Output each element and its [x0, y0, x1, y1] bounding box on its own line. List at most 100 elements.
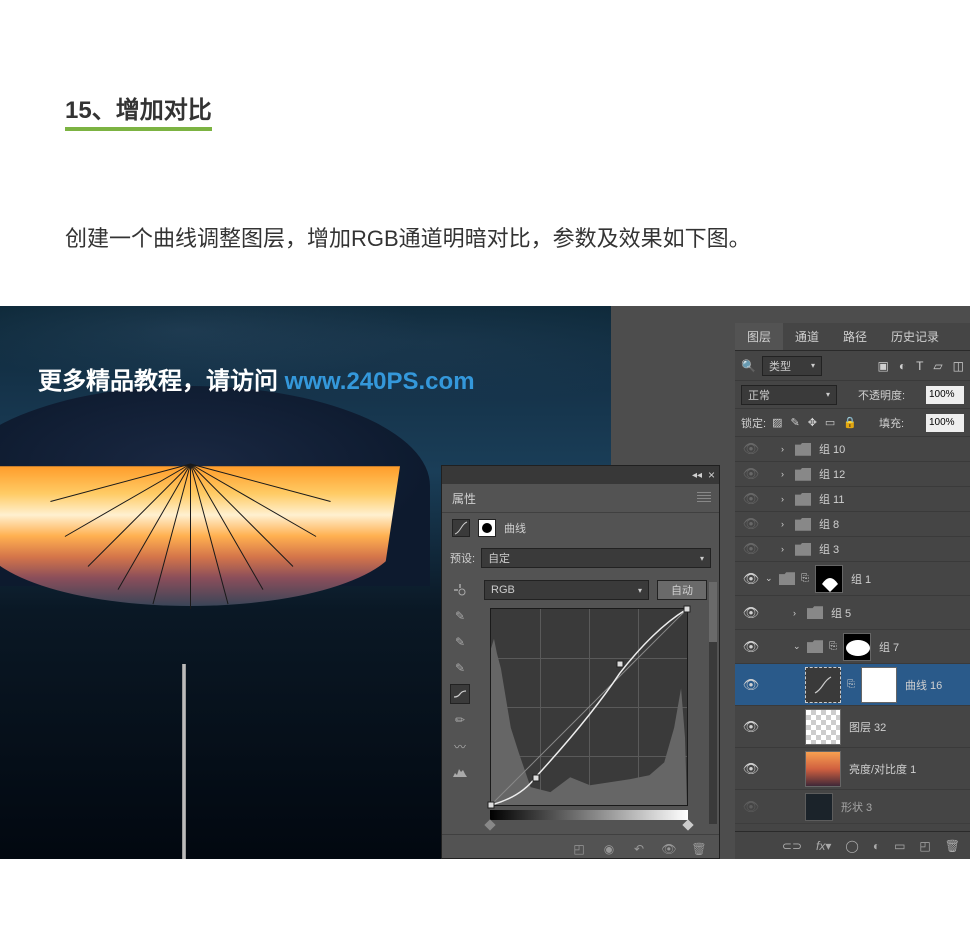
tab-layers[interactable]: 图层 [735, 323, 783, 350]
curve-point-tool[interactable] [450, 684, 470, 704]
visibility-toggle[interactable]: 👁 [741, 639, 761, 655]
tab-channels[interactable]: 通道 [783, 323, 831, 350]
filter-shape-icon[interactable]: ▱ [933, 359, 942, 373]
layer-mask-icon[interactable] [478, 519, 496, 537]
view-previous-icon[interactable]: ◉ [601, 841, 617, 857]
eyedropper-gray-icon[interactable]: ✎ [450, 632, 470, 652]
curve-point[interactable] [684, 606, 691, 613]
scrollbar[interactable] [709, 582, 717, 824]
filter-type-icon[interactable]: T [916, 359, 923, 373]
lock-transparency-icon[interactable]: ▨ [772, 416, 782, 429]
new-layer-icon[interactable]: ◰ [919, 839, 930, 853]
collapse-icon[interactable]: ⌄ [793, 641, 803, 652]
filter-adjust-icon[interactable]: ◐ [899, 359, 906, 373]
mask-icon[interactable]: ◯ [845, 839, 858, 853]
adjustment-thumbnail[interactable] [805, 667, 841, 703]
visibility-toggle[interactable]: 👁 [741, 571, 761, 587]
visibility-toggle[interactable]: 👁 [741, 799, 761, 815]
trash-icon[interactable]: 🗑 [691, 841, 707, 857]
expand-icon[interactable]: › [781, 469, 791, 479]
lock-artboard-icon[interactable]: ▭ [825, 416, 835, 429]
visibility-toggle[interactable]: 👁 [741, 719, 761, 735]
visibility-toggle[interactable]: 👁 [741, 541, 761, 557]
filter-type-select[interactable]: 类型▾ [762, 356, 822, 376]
layer-row[interactable]: 👁 › 组 12 [735, 462, 970, 487]
collapse-icon[interactable]: ⌄ [765, 573, 775, 584]
smooth-icon[interactable]: 〰 [450, 736, 470, 756]
link-layers-icon[interactable]: ⊂⊃ [782, 839, 802, 853]
layer-row[interactable]: 👁 › 组 10 [735, 437, 970, 462]
lock-all-icon[interactable]: 🔒 [843, 416, 857, 429]
expand-icon[interactable]: › [781, 544, 791, 554]
lock-position-icon[interactable]: ✥ [808, 416, 817, 429]
preset-select[interactable]: 自定 ▾ [481, 548, 711, 568]
mask-thumbnail[interactable] [843, 633, 871, 661]
black-point-slider[interactable] [484, 820, 495, 831]
properties-tab[interactable]: 属性 [452, 490, 476, 507]
group-icon[interactable]: ▭ [894, 839, 905, 853]
blend-mode-select[interactable]: 正常▾ [741, 385, 837, 405]
layer-row[interactable]: 👁 › 组 8 [735, 512, 970, 537]
curve-point[interactable] [617, 661, 624, 668]
tab-paths[interactable]: 路径 [831, 323, 879, 350]
visibility-toggle[interactable]: 👁 [741, 466, 761, 482]
layer-row[interactable]: 👁 ⌄ ⎘ 组 7 [735, 630, 970, 664]
trash-icon[interactable]: 🗑 [945, 839, 960, 853]
target-adjust-tool[interactable] [450, 580, 470, 600]
tab-history[interactable]: 历史记录 [879, 323, 951, 350]
fx-icon[interactable]: fx▾ [816, 839, 831, 853]
curve-editor[interactable] [490, 608, 688, 806]
expand-icon[interactable]: › [781, 494, 791, 504]
folder-icon [795, 468, 811, 481]
expand-icon[interactable]: › [781, 444, 791, 454]
visibility-toggle[interactable]: 👁 [741, 761, 761, 777]
curve-point[interactable] [488, 802, 495, 809]
layer-row[interactable]: 👁 形状 3 [735, 790, 970, 824]
layer-row[interactable]: 👁 亮度/对比度 1 [735, 748, 970, 790]
visibility-toggle[interactable]: 👁 [741, 677, 761, 693]
folder-icon [807, 640, 823, 653]
folder-icon [795, 543, 811, 556]
visibility-toggle[interactable]: 👁 [741, 441, 761, 457]
collapse-icon[interactable]: ◂◂ [692, 470, 702, 481]
layer-thumbnail[interactable] [805, 751, 841, 787]
opacity-input[interactable]: 100% [926, 386, 964, 404]
expand-icon[interactable]: › [793, 608, 803, 618]
eyedropper-white-icon[interactable]: ✎ [450, 606, 470, 626]
visibility-toggle[interactable]: 👁 [741, 605, 761, 621]
eyedropper-black-icon[interactable]: ✎ [450, 658, 470, 678]
mask-thumbnail[interactable] [815, 565, 843, 593]
layer-row[interactable]: 👁 › 组 3 [735, 537, 970, 562]
visibility-toggle[interactable]: 👁 [741, 516, 761, 532]
pencil-tool-icon[interactable]: ✏ [450, 710, 470, 730]
layer-row[interactable]: 👁 › 组 11 [735, 487, 970, 512]
layer-row[interactable]: 👁 ⌄ ⎘ 组 1 [735, 562, 970, 596]
reset-icon[interactable]: ↶ [631, 841, 647, 857]
close-icon[interactable]: × [708, 468, 715, 482]
folder-icon [779, 572, 795, 585]
search-icon[interactable]: 🔍 [741, 359, 756, 373]
curve-point[interactable] [533, 774, 540, 781]
lock-pixels-icon[interactable]: ✎ [790, 416, 799, 429]
mask-thumbnail[interactable] [861, 667, 897, 703]
expand-icon[interactable]: › [781, 519, 791, 529]
layer-row-selected[interactable]: 👁 ⎘ 曲线 16 [735, 664, 970, 706]
clip-to-layer-icon[interactable]: ◰ [571, 841, 587, 857]
auto-button[interactable]: 自动 [657, 580, 707, 600]
filter-smart-icon[interactable]: ◫ [953, 359, 964, 373]
scrollbar-thumb[interactable] [709, 582, 717, 642]
panel-menu-icon[interactable] [697, 492, 711, 502]
layer-thumbnail[interactable] [805, 709, 841, 745]
white-point-slider[interactable] [682, 820, 693, 831]
adjustment-layer-icon[interactable]: ◐ [873, 839, 880, 853]
fill-input[interactable]: 100% [926, 414, 964, 432]
histogram-toggle-icon[interactable] [450, 762, 470, 782]
toggle-visibility-icon[interactable]: 👁 [661, 841, 677, 857]
layer-thumbnail[interactable] [805, 793, 833, 821]
filter-pixel-icon[interactable]: ▣ [877, 359, 888, 373]
channel-select[interactable]: RGB ▾ [484, 580, 649, 600]
visibility-toggle[interactable]: 👁 [741, 491, 761, 507]
link-icon: ⎘ [801, 573, 809, 584]
layer-row[interactable]: 👁 › 组 5 [735, 596, 970, 630]
layer-row[interactable]: 👁 图层 32 [735, 706, 970, 748]
